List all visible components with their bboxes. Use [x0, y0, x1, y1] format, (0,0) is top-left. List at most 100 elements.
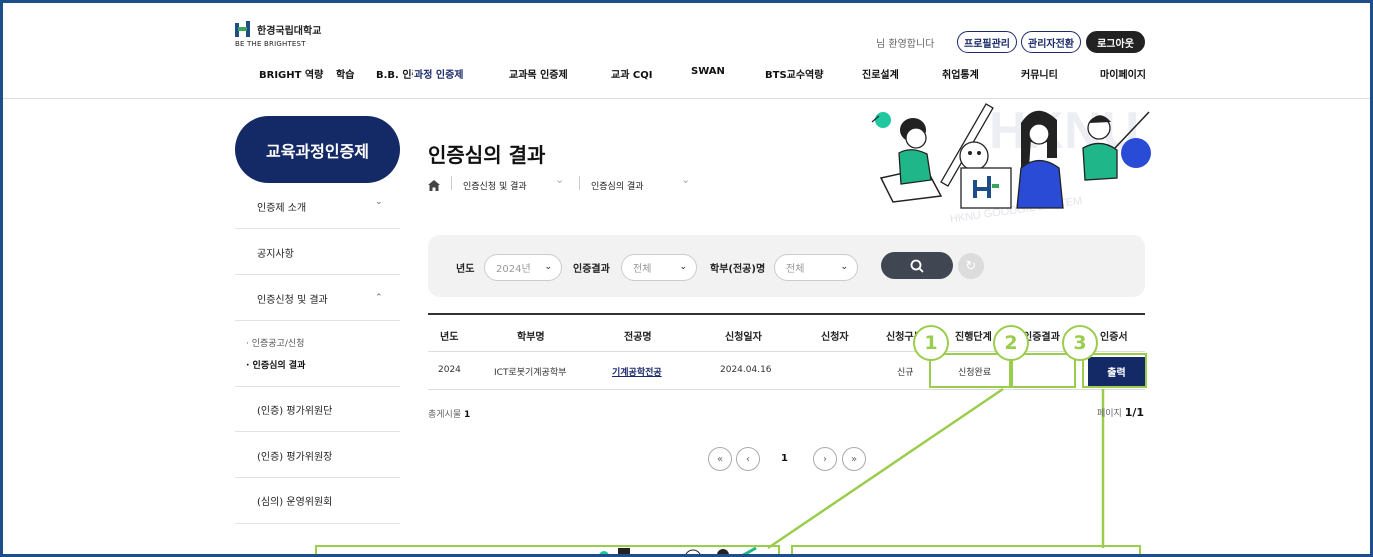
chevron-down-icon[interactable]: ⌄ — [555, 173, 564, 186]
callout-panel-right — [791, 545, 1141, 554]
screenshot-frame: 한경국립대학교 BE THE BRIGHTEST 님 환영합니다 프로필관리 관… — [0, 0, 1373, 557]
nav-cqi[interactable]: 교과 CQI — [611, 66, 652, 81]
university-logo-icon — [235, 21, 250, 37]
marker-2: 2 — [993, 325, 1029, 361]
logo-text[interactable]: 한경국립대학교 — [257, 22, 321, 37]
search-button[interactable] — [881, 252, 953, 279]
sidebar-item-label: (인증) 평가위원단 — [257, 406, 333, 417]
first-page-button[interactable]: « — [708, 447, 732, 471]
divider — [235, 274, 400, 275]
profile-button[interactable]: 프로필관리 — [957, 31, 1017, 53]
last-page-button[interactable]: » — [842, 447, 866, 471]
search-icon — [910, 259, 924, 273]
double-chevron-right-icon: » — [850, 453, 858, 465]
dept-select-value: 전체 — [786, 264, 805, 275]
prev-page-button[interactable]: ‹ — [736, 447, 760, 471]
cell-dept: ICT로봇기계공학부 — [494, 368, 567, 378]
logout-button[interactable]: 로그아웃 — [1086, 31, 1145, 53]
chevron-down-icon: ⌄ — [840, 262, 848, 272]
refresh-icon: ↻ — [965, 258, 977, 274]
sidebar-item-committee[interactable]: (심의) 운영위원회 — [235, 493, 400, 508]
illustration-thumbnail — [599, 546, 757, 554]
sidebar-item-label: (심의) 운영위원회 — [257, 497, 333, 508]
column-header-dept: 학부명 — [517, 332, 545, 343]
total-value: 1 — [464, 410, 471, 420]
year-select[interactable]: 2024년 ⌄ — [484, 254, 562, 281]
column-header-applicant: 신청자 — [821, 332, 849, 343]
chevron-up-icon: ⌃ — [375, 293, 383, 303]
sidebar-subitem-apply[interactable]: · 인증공고/신청 — [246, 336, 304, 349]
reset-button[interactable]: ↻ — [958, 253, 984, 279]
hero-illustration: HKNU HKNU GOODGIL SYSTEM — [871, 102, 1151, 223]
column-header-year: 년도 — [440, 332, 459, 343]
column-header-stage: 진행단계 — [955, 332, 992, 343]
admin-switch-button[interactable]: 관리자전환 — [1021, 31, 1081, 53]
divider — [235, 523, 400, 524]
nav-course-cert[interactable]: 교과목 인증제 — [509, 66, 568, 81]
nav-swan[interactable]: SWAN — [691, 66, 725, 77]
sidebar-title: 교육과정인증제 — [235, 116, 400, 183]
sidebar-item-label: 인증신청 및 결과 — [257, 295, 328, 306]
nav-employment[interactable]: 취업통계 — [942, 66, 979, 81]
welcome-text: 님 환영합니다 — [876, 39, 935, 50]
chevron-down-icon[interactable]: ⌄ — [681, 173, 690, 186]
year-label: 년도 — [456, 264, 475, 275]
divider — [235, 431, 400, 432]
table-top-border — [428, 313, 1145, 315]
chevron-down-icon: ⌄ — [544, 262, 552, 272]
highlight-stage — [929, 353, 1011, 388]
nav-bts[interactable]: BTS교수역량 — [765, 66, 823, 81]
highlight-result — [1011, 353, 1076, 388]
page-value: 1/1 — [1124, 406, 1145, 419]
nav-study[interactable]: 학습 — [336, 66, 354, 81]
sidebar-item-apply-results[interactable]: 인증신청 및 결과 ⌃ — [235, 291, 400, 306]
cell-year: 2024 — [438, 365, 461, 375]
dept-select[interactable]: 전체 ⌄ — [774, 254, 858, 281]
logo-slogan: BE THE BRIGHTEST — [235, 40, 306, 48]
double-chevron-left-icon: « — [716, 453, 724, 465]
page-info: 페이지 1/1 — [1097, 406, 1144, 419]
chevron-left-icon: ‹ — [746, 453, 750, 465]
home-icon[interactable] — [428, 180, 440, 191]
nav-bright[interactable]: BRIGHT 역량 — [259, 66, 323, 81]
divider — [235, 386, 400, 387]
chevron-down-icon: ⌄ — [375, 197, 383, 207]
page-title: 인증심의 결과 — [428, 143, 546, 167]
sidebar-subitem-results[interactable]: · 인증심의 결과 — [246, 358, 305, 371]
header-divider — [3, 98, 1370, 99]
year-select-value: 2024년 — [496, 264, 531, 275]
breadcrumb-level2[interactable]: 인증심의 결과 — [591, 179, 644, 192]
next-page-button[interactable]: › — [813, 447, 837, 471]
total-count: 총게시물 1 — [428, 407, 470, 420]
page-number-current[interactable]: 1 — [781, 453, 788, 464]
dept-label: 학부(전공)명 — [710, 264, 766, 275]
nav-mypage[interactable]: 마이페이지 — [1100, 66, 1146, 81]
breadcrumb-separator — [579, 176, 580, 190]
breadcrumb-separator — [451, 176, 452, 190]
divider — [235, 228, 400, 229]
nav-curriculum-cert[interactable]: 과정 인증제 — [413, 66, 464, 81]
highlight-cert — [1082, 353, 1147, 388]
cell-type: 신규 — [897, 368, 914, 378]
chevron-down-icon: ⌄ — [679, 262, 687, 272]
result-select[interactable]: 전체 ⌄ — [621, 254, 697, 281]
cell-date: 2024.04.16 — [720, 365, 772, 375]
result-select-value: 전체 — [633, 264, 652, 275]
breadcrumb-level1[interactable]: 인증신청 및 결과 — [463, 179, 527, 192]
sidebar-item-label: 공지사항 — [257, 249, 294, 260]
sidebar-item-evaluators[interactable]: (인증) 평가위원단 — [235, 402, 400, 417]
column-header-cert: 인증서 — [1100, 332, 1128, 343]
divider — [235, 477, 400, 478]
marker-3: 3 — [1062, 325, 1098, 361]
sidebar-item-chief[interactable]: (인증) 평가위원장 — [235, 448, 400, 463]
marker-1: 1 — [913, 325, 949, 361]
column-header-date: 신청일자 — [725, 332, 762, 343]
cell-major-link[interactable]: 기계공학전공 — [612, 365, 662, 378]
page-label: 페이지 — [1097, 409, 1122, 419]
sidebar-item-notice[interactable]: 공지사항 — [235, 245, 400, 260]
nav-community[interactable]: 커뮤니티 — [1021, 66, 1058, 81]
sidebar-item-label: 인증제 소개 — [257, 203, 307, 214]
sidebar-item-intro[interactable]: 인증제 소개 ⌄ — [235, 197, 400, 214]
nav-career[interactable]: 진로설계 — [862, 66, 899, 81]
sidebar-item-label: (인증) 평가위원장 — [257, 452, 333, 463]
